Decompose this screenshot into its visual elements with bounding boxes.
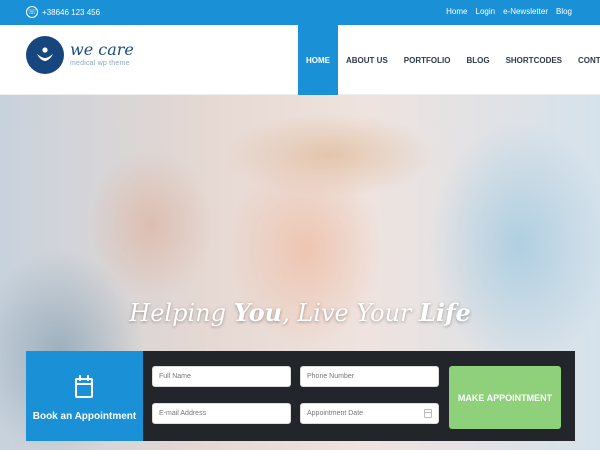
logo-title[interactable]: we care [70, 40, 134, 59]
top-bar: ☏ +38646 123 456 Home Login e-Newsletter… [0, 0, 600, 25]
nav-item-about-us[interactable]: ABOUT US [338, 25, 396, 95]
top-links: Home Login e-Newsletter Blog [446, 7, 572, 16]
email-placeholder: E-mail Address [159, 410, 207, 417]
full-name-placeholder: Full Name [159, 373, 191, 380]
make-appointment-button[interactable]: MAKE APPOINTMENT [449, 366, 561, 429]
phone-number: +38646 123 456 [42, 7, 101, 17]
phone-number-input[interactable]: Phone Number [300, 366, 439, 387]
calendar-icon [75, 375, 93, 398]
top-link-blog[interactable]: Blog [556, 7, 572, 16]
site-header: we care medical wp theme HOME ABOUT US P… [0, 25, 600, 101]
main-nav: HOME ABOUT US PORTFOLIO BLOG SHORTCODES … [298, 25, 600, 101]
phone-icon: ☏ [26, 6, 38, 18]
logo-emblem-icon[interactable] [26, 36, 64, 74]
top-link-login[interactable]: Login [476, 7, 496, 16]
hero-title: Helping You, Live Your Life [0, 298, 600, 327]
nav-item-blog[interactable]: BLOG [458, 25, 497, 95]
top-link-home[interactable]: Home [446, 7, 467, 16]
appointment-date-input[interactable]: Appointment Date [300, 403, 439, 424]
hero-title-part2: You [233, 298, 283, 327]
top-link-newsletter[interactable]: e-Newsletter [503, 7, 548, 16]
book-appointment-panel: Book an Appointment [26, 351, 143, 441]
phone-number-placeholder: Phone Number [307, 373, 355, 380]
nav-item-portfolio[interactable]: PORTFOLIO [396, 25, 459, 95]
hero-title-part1: Helping [129, 299, 234, 327]
hero-title-part3: , Live Your [282, 299, 420, 327]
date-picker-icon[interactable] [424, 409, 432, 418]
nav-item-shortcodes[interactable]: SHORTCODES [498, 25, 570, 95]
full-name-input[interactable]: Full Name [152, 366, 291, 387]
logo-subtitle: medical wp theme [70, 60, 130, 67]
phone-contact: ☏ +38646 123 456 [26, 6, 100, 18]
nav-item-contact-us[interactable]: CONTACT US [570, 25, 600, 95]
nav-item-home[interactable]: HOME [298, 25, 338, 101]
email-input[interactable]: E-mail Address [152, 403, 291, 424]
appointment-date-placeholder: Appointment Date [307, 410, 364, 417]
book-appointment-label: Book an Appointment [32, 411, 137, 422]
hero-title-part4: Life [419, 298, 471, 327]
